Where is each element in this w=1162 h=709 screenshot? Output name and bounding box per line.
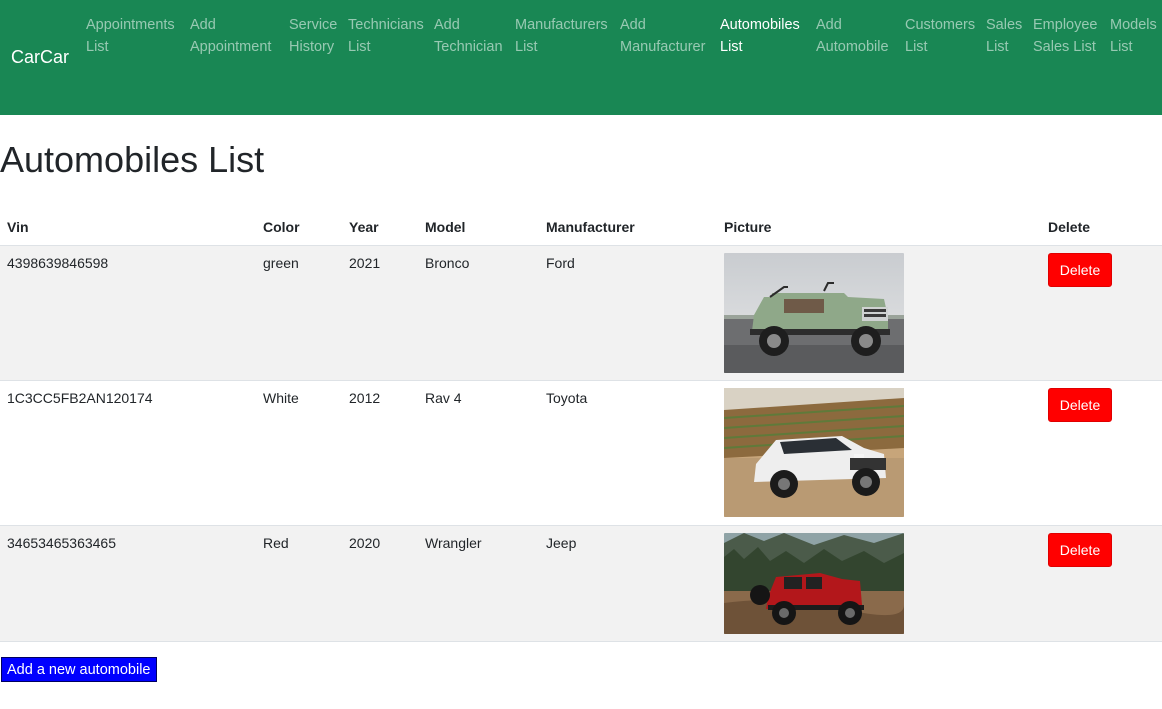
nav-automobiles-list[interactable]: Automobiles List	[720, 14, 800, 58]
nav-employee-sales-list[interactable]: Employee Sales List	[1033, 14, 1097, 58]
nav-label-line1: Automobiles	[720, 17, 800, 33]
cell-vin: 4398639846598	[0, 245, 256, 381]
delete-button[interactable]: Delete	[1048, 253, 1112, 287]
nav-label-line1: Customers	[905, 17, 976, 33]
nav-label-line1: Appointments	[86, 17, 175, 33]
nav-models-list[interactable]: Models List	[1110, 14, 1157, 58]
nav-manufacturers-list[interactable]: Manufacturers List	[515, 14, 608, 58]
nav-label-line1: Models	[1110, 17, 1157, 33]
red-wrangler-photo	[724, 533, 904, 634]
nav-label-line2: List	[905, 39, 928, 55]
nav-label-line1: Add	[190, 17, 216, 33]
add-automobile-button[interactable]: Add a new automobile	[1, 657, 157, 682]
table-row: 34653465363465 Red 2020 Wrangler Jeep De…	[0, 525, 1162, 642]
nav-label-line1: Sales	[986, 17, 1023, 33]
cell-year: 2020	[342, 525, 418, 642]
cell-picture	[717, 380, 1041, 526]
header-delete: Delete	[1041, 209, 1162, 246]
nav-label-line2: List	[986, 39, 1009, 55]
nav-technicians-list[interactable]: Technicians List	[348, 14, 424, 58]
cell-picture	[717, 245, 1041, 381]
cell-vin: 1C3CC5FB2AN120174	[0, 380, 256, 526]
cell-year: 2012	[342, 380, 418, 526]
nav-label-line1: Manufacturers	[515, 17, 608, 33]
nav-label-line2: Sales List	[1033, 39, 1096, 55]
nav-label-line1: Add	[434, 17, 460, 33]
nav-label-line2: Manufacturer	[620, 39, 706, 55]
header-vin: Vin	[0, 209, 256, 246]
cell-color: Red	[256, 525, 342, 642]
nav-label-line2: Automobile	[816, 39, 889, 55]
cell-delete: Delete	[1041, 380, 1162, 526]
nav-label-line1: Employee	[1033, 17, 1098, 33]
nav-label-line1: Technicians	[348, 17, 424, 33]
nav-add-technician[interactable]: Add Technician	[434, 14, 503, 58]
brand-link[interactable]: CarCar	[11, 45, 69, 69]
cell-delete: Delete	[1041, 525, 1162, 642]
nav-label-line2: List	[515, 39, 538, 55]
nav-label-line1: Service	[289, 17, 338, 33]
nav-label-line2: List	[348, 39, 371, 55]
nav-label-line2: List	[720, 39, 743, 55]
green-bronco-photo	[724, 253, 904, 373]
nav-label-line2: Technician	[434, 39, 503, 55]
automobiles-table: Vin Color Year Model Manufacturer Pictur…	[0, 209, 1162, 642]
cell-vin: 34653465363465	[0, 525, 256, 642]
cell-manufacturer: Toyota	[539, 380, 717, 526]
cell-color: White	[256, 380, 342, 526]
cell-color: green	[256, 245, 342, 381]
nav-add-manufacturer[interactable]: Add Manufacturer	[620, 14, 705, 58]
nav-label-line2: History	[289, 39, 335, 55]
delete-button[interactable]: Delete	[1048, 388, 1112, 422]
navbar: CarCar Appointments List Add Appointment S…	[0, 0, 1162, 115]
cell-model: Bronco	[418, 245, 539, 381]
cell-picture	[717, 525, 1041, 642]
cell-year: 2021	[342, 245, 418, 381]
table-row: 4398639846598 green 2021 Bronco Ford Del…	[0, 245, 1162, 381]
nav-label-line2: List	[86, 39, 109, 55]
cell-model: Rav 4	[418, 380, 539, 526]
cell-delete: Delete	[1041, 245, 1162, 381]
nav-service-history[interactable]: Service History	[289, 14, 337, 58]
header-color: Color	[256, 209, 342, 246]
nav-label-line2: List	[1110, 39, 1133, 55]
nav-customers-list[interactable]: Customers List	[905, 14, 975, 58]
nav-label-line1: Add	[816, 17, 842, 33]
header-picture: Picture	[717, 209, 1041, 246]
nav-sales-list[interactable]: Sales List	[986, 14, 1022, 58]
nav-appointments-list[interactable]: Appointments List	[86, 14, 175, 58]
cell-manufacturer: Ford	[539, 245, 717, 381]
cell-model: Wrangler	[418, 525, 539, 642]
nav-label-line2: Appointment	[190, 39, 272, 55]
nav-label-line1: Add	[620, 17, 646, 33]
page-title: Automobiles List	[0, 139, 265, 180]
table-row: 1C3CC5FB2AN120174 White 2012 Rav 4 Toyot…	[0, 380, 1162, 526]
nav-add-automobile[interactable]: Add Automobile	[816, 14, 889, 58]
header-year: Year	[342, 209, 418, 246]
cell-manufacturer: Jeep	[539, 525, 717, 642]
delete-button[interactable]: Delete	[1048, 533, 1112, 567]
header-model: Model	[418, 209, 539, 246]
nav-add-appointment[interactable]: Add Appointment	[190, 14, 271, 58]
table-header-row: Vin Color Year Model Manufacturer Pictur…	[0, 209, 1162, 246]
white-rav4-photo	[724, 388, 904, 517]
header-manufacturer: Manufacturer	[539, 209, 717, 246]
